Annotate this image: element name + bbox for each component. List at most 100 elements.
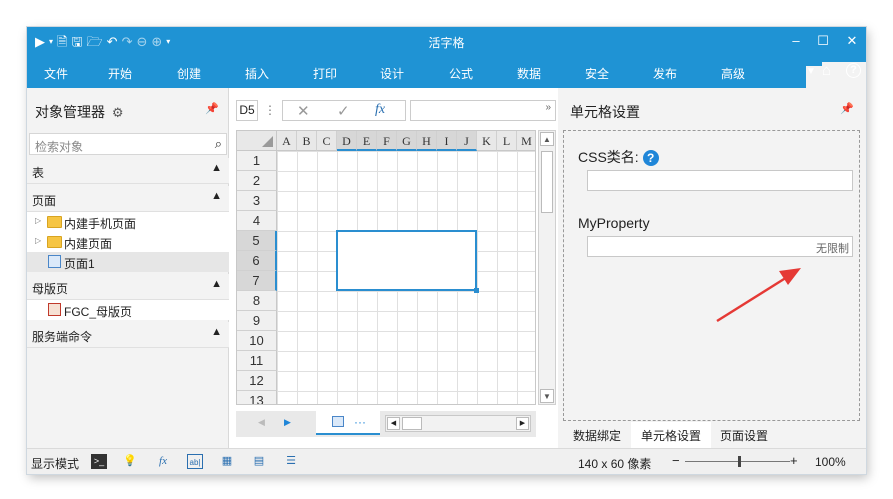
menu-advanced[interactable]: 高级	[721, 65, 745, 82]
search-icon[interactable]: ⌕	[215, 136, 222, 152]
chevron-up-icon[interactable]: ▲	[211, 162, 222, 174]
zoom-out-button[interactable]: −	[672, 453, 680, 468]
row-header-11[interactable]: 11	[237, 351, 277, 371]
menu-create[interactable]: 创建	[177, 65, 201, 82]
column-header-h[interactable]: H	[417, 131, 437, 151]
column-header-f[interactable]: F	[377, 131, 397, 151]
next-sheet-icon[interactable]: ▶	[284, 417, 291, 428]
css-class-input[interactable]	[587, 170, 853, 191]
column-header-c[interactable]: C	[317, 131, 337, 151]
scroll-left-icon[interactable]: ◀	[387, 417, 400, 430]
column-header-m[interactable]: M	[517, 131, 535, 151]
sheet-tab[interactable]: ···	[316, 411, 380, 435]
menu-insert[interactable]: 插入	[245, 65, 269, 82]
tab-page-settings[interactable]: 页面设置	[720, 427, 768, 444]
section-table[interactable]: 表 ▲	[27, 158, 229, 184]
expand-icon[interactable]: »	[545, 102, 551, 113]
menu-security[interactable]: 安全	[585, 65, 609, 82]
zoom-slider[interactable]	[685, 456, 790, 467]
expand-arrow-icon[interactable]: ▷	[35, 236, 41, 245]
column-header-i[interactable]: I	[437, 131, 457, 151]
tab-data-binding[interactable]: 数据绑定	[573, 427, 621, 444]
tree-item-master-page[interactable]: FGC_母版页	[27, 300, 229, 320]
column-header-d[interactable]: D	[337, 131, 357, 151]
section-master[interactable]: 母版页 ▲	[27, 274, 229, 300]
gear-icon[interactable]: ⚙	[112, 105, 124, 120]
column-header-g[interactable]: G	[397, 131, 417, 151]
select-all-corner[interactable]	[237, 131, 277, 151]
row-header-10[interactable]: 10	[237, 331, 277, 351]
zoom-slider-knob[interactable]	[738, 456, 741, 467]
pin-icon[interactable]: 📌	[840, 102, 854, 115]
column-header-j[interactable]: J	[457, 131, 477, 151]
column-header-a[interactable]: A	[277, 131, 297, 151]
column-header-l[interactable]: L	[497, 131, 517, 151]
list-icon[interactable]: ☰	[283, 454, 299, 469]
row-header-7[interactable]: 7	[237, 271, 277, 291]
scroll-down-icon[interactable]: ▼	[540, 389, 554, 403]
horizontal-scrollbar[interactable]: ◀ ▶	[385, 415, 531, 432]
row-header-9[interactable]: 9	[237, 311, 277, 331]
expand-arrow-icon[interactable]: ▷	[35, 216, 41, 225]
row-header-8[interactable]: 8	[237, 291, 277, 311]
fx-status-icon[interactable]: fx	[155, 454, 171, 469]
column-header-b[interactable]: B	[297, 131, 317, 151]
formula-input[interactable]: »	[410, 100, 556, 121]
zoom-in-button[interactable]: +	[790, 453, 798, 468]
column-header-e[interactable]: E	[357, 131, 377, 151]
maximize-button[interactable]: ☐	[814, 33, 832, 49]
menu-design[interactable]: 设计	[380, 65, 404, 82]
menu-data[interactable]: 数据	[517, 65, 541, 82]
pin-icon[interactable]: 📌	[205, 102, 219, 115]
scroll-right-icon[interactable]: ▶	[516, 417, 529, 430]
row-header-1[interactable]: 1	[237, 151, 277, 171]
scroll-up-icon[interactable]: ▲	[540, 132, 554, 146]
help-icon[interactable]: ?	[846, 63, 861, 78]
tab-cell-settings[interactable]: 单元格设置	[631, 422, 712, 448]
scroll-thumb[interactable]	[541, 151, 553, 213]
chevron-up-icon[interactable]: ▲	[211, 190, 222, 202]
cell-reference[interactable]: D5	[236, 100, 258, 121]
fill-handle[interactable]	[474, 288, 479, 293]
section-server-command[interactable]: 服务端命令 ▲	[27, 322, 229, 348]
section-page[interactable]: 页面 ▲	[27, 186, 229, 212]
row-header-4[interactable]: 4	[237, 211, 277, 231]
vertical-scrollbar[interactable]: ▲ ▼	[538, 130, 556, 405]
row-header-13[interactable]: 13	[237, 391, 277, 404]
row-header-2[interactable]: 2	[237, 171, 277, 191]
terminal-icon[interactable]: >_	[91, 454, 107, 469]
selected-range[interactable]	[336, 230, 479, 293]
column-header-k[interactable]: K	[477, 131, 497, 151]
tree-item-page1[interactable]: 页面1	[27, 252, 229, 272]
search-field[interactable]: 检索对象 ⌕	[29, 133, 227, 155]
tree-item-builtin-page[interactable]: ▷ 内建页面	[27, 232, 229, 252]
chevron-up-icon[interactable]: ▲	[211, 326, 222, 338]
row-header-3[interactable]: 3	[237, 191, 277, 211]
tree-item-mobile-page[interactable]: ▷ 内建手机页面	[27, 212, 229, 232]
confirm-icon[interactable]: ✓	[337, 102, 350, 120]
menu-file[interactable]: 文件	[44, 65, 68, 82]
label-icon[interactable]: ab|	[187, 454, 203, 469]
row-header-12[interactable]: 12	[237, 371, 277, 391]
spreadsheet-grid[interactable]: ABCDEFGHIJKLM 1 2 3 4 5 6 7 8 9 10 11 12 13	[236, 130, 536, 405]
my-property-input[interactable]: 无限制	[587, 236, 853, 257]
fx-icon[interactable]: fx	[375, 102, 385, 118]
h-scroll-thumb[interactable]	[402, 417, 422, 430]
prev-sheet-icon[interactable]: ◀	[258, 417, 265, 428]
row-header-5[interactable]: 5	[237, 231, 277, 251]
menu-home[interactable]: 开始	[108, 65, 132, 82]
row-header-6[interactable]: 6	[237, 251, 277, 271]
menu-publish[interactable]: 发布	[653, 65, 677, 82]
menu-formula[interactable]: 公式	[449, 65, 473, 82]
layout-icon[interactable]: ▤	[251, 454, 267, 469]
close-button[interactable]: ✕	[843, 33, 861, 49]
splitter-icon[interactable]: ⋮	[264, 103, 276, 117]
table-icon[interactable]: ▦	[219, 454, 235, 469]
cancel-icon[interactable]: ✕	[297, 102, 310, 120]
menu-print[interactable]: 打印	[313, 65, 337, 82]
lightbulb-icon[interactable]: 💡	[122, 454, 138, 469]
more-icon[interactable]: ···	[354, 415, 366, 429]
minimize-button[interactable]: ‒	[787, 33, 805, 48]
chevron-up-icon[interactable]: ▲	[211, 278, 222, 290]
help-icon[interactable]: ?	[642, 150, 659, 167]
